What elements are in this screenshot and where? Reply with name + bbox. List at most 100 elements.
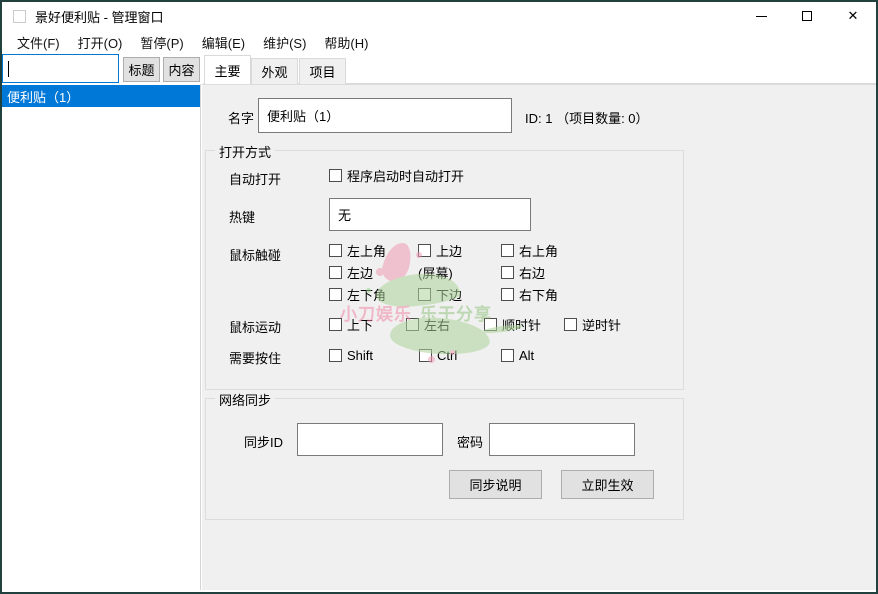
- sync-id-label: 同步ID: [244, 432, 283, 451]
- window-title: 景好便利贴 - 管理窗口: [35, 7, 164, 26]
- checkbox-icon: [501, 288, 514, 301]
- tab-appearance[interactable]: 外观: [251, 58, 298, 84]
- checkbox-icon: [329, 288, 342, 301]
- close-button[interactable]: ✕: [830, 2, 876, 30]
- screen-label: (屏幕): [418, 263, 501, 282]
- auto-open-checkbox[interactable]: 程序启动时自动打开: [329, 166, 464, 185]
- touch-right-checkbox[interactable]: 右边: [501, 263, 611, 282]
- title-bar[interactable]: 景好便利贴 - 管理窗口 ✕: [2, 2, 876, 30]
- checkbox-icon: [329, 349, 342, 362]
- minimize-button[interactable]: [738, 2, 784, 30]
- sync-id-input[interactable]: [297, 423, 443, 456]
- maximize-icon: [802, 11, 812, 21]
- hotkey-input[interactable]: [329, 198, 531, 231]
- note-id-text: ID: 1 （项目数量: 0）: [525, 108, 649, 127]
- checkbox-label: 左右: [424, 315, 450, 334]
- checkbox-icon: [329, 169, 342, 182]
- toolbar: 标题 内容 主要 外观 项目: [2, 54, 876, 84]
- motion-counterclockwise-checkbox[interactable]: 逆时针: [564, 315, 621, 334]
- mouse-motion-label: 鼠标运动: [229, 317, 281, 336]
- apply-now-button[interactable]: 立即生效: [561, 470, 654, 499]
- checkbox-icon: [419, 349, 432, 362]
- network-sync-group-title: 网络同步: [215, 390, 275, 409]
- mouse-touch-label: 鼠标触碰: [229, 245, 281, 264]
- modifier-row: Shift Ctrl Alt: [329, 344, 534, 366]
- auto-open-checkbox-label: 程序启动时自动打开: [347, 166, 464, 185]
- modifier-shift-checkbox[interactable]: Shift: [329, 348, 419, 363]
- checkbox-label: 逆时针: [582, 315, 621, 334]
- sync-help-button[interactable]: 同步说明: [449, 470, 542, 499]
- menu-pause[interactable]: 暂停(P): [131, 30, 192, 55]
- checkbox-label: 下边: [436, 285, 462, 304]
- touch-top-left-checkbox[interactable]: 左上角: [329, 241, 418, 260]
- search-input[interactable]: [8, 57, 113, 79]
- search-box: [2, 54, 119, 83]
- menu-file[interactable]: 文件(F): [8, 30, 69, 55]
- menu-maintain[interactable]: 维护(S): [254, 30, 315, 55]
- text-caret: [8, 61, 9, 77]
- modifier-label: 需要按住: [229, 348, 281, 367]
- checkbox-label: Shift: [347, 348, 373, 363]
- menu-bar: 文件(F) 打开(O) 暂停(P) 编辑(E) 维护(S) 帮助(H): [2, 30, 876, 54]
- open-method-group: 打开方式 自动打开 程序启动时自动打开 热键 鼠标触碰 左上角 上边 右上角: [205, 150, 684, 390]
- tab-main[interactable]: 主要: [204, 55, 251, 84]
- checkbox-label: 顺时针: [502, 315, 541, 334]
- menu-edit[interactable]: 编辑(E): [193, 30, 254, 55]
- main-tab-page: 名字 ID: 1 （项目数量: 0） 打开方式 自动打开 程序启动时自动打开 热…: [202, 84, 876, 590]
- checkbox-label: 右下角: [519, 285, 558, 304]
- hotkey-label: 热键: [229, 207, 255, 226]
- close-icon: ✕: [848, 8, 859, 24]
- mouse-motion-row: 上下 左右 顺时针 逆时针: [329, 313, 621, 335]
- touch-bottom-right-checkbox[interactable]: 右下角: [501, 285, 611, 304]
- app-window: 景好便利贴 - 管理窗口 ✕ 文件(F) 打开(O) 暂停(P) 编辑(E) 维…: [0, 0, 878, 594]
- menu-help[interactable]: 帮助(H): [315, 30, 377, 55]
- checkbox-icon: [418, 288, 431, 301]
- checkbox-icon: [564, 318, 577, 331]
- modifier-alt-checkbox[interactable]: Alt: [501, 348, 534, 363]
- checkbox-label: 右上角: [519, 241, 558, 260]
- checkbox-label: Ctrl: [437, 348, 457, 363]
- touch-top-checkbox[interactable]: 上边: [418, 241, 501, 260]
- motion-clockwise-checkbox[interactable]: 顺时针: [484, 315, 564, 334]
- search-title-button[interactable]: 标题: [123, 57, 160, 82]
- network-sync-group: 网络同步 同步ID 密码 同步说明 立即生效: [205, 398, 684, 520]
- search-content-button[interactable]: 内容: [163, 57, 200, 82]
- motion-up-down-checkbox[interactable]: 上下: [329, 315, 406, 334]
- checkbox-icon: [501, 266, 514, 279]
- touch-top-right-checkbox[interactable]: 右上角: [501, 241, 611, 260]
- checkbox-label: 上边: [436, 241, 462, 260]
- open-method-group-title: 打开方式: [215, 142, 275, 161]
- motion-left-right-checkbox[interactable]: 左右: [406, 315, 484, 334]
- app-icon: [13, 10, 26, 23]
- minimize-icon: [756, 16, 767, 17]
- note-list: 便利贴（1）: [2, 84, 201, 590]
- touch-left-checkbox[interactable]: 左边: [329, 263, 418, 282]
- auto-open-label: 自动打开: [229, 169, 281, 188]
- touch-bottom-checkbox[interactable]: 下边: [418, 285, 501, 304]
- checkbox-label: 右边: [519, 263, 545, 282]
- checkbox-icon: [406, 318, 419, 331]
- checkbox-icon: [329, 266, 342, 279]
- password-input[interactable]: [489, 423, 635, 456]
- password-label: 密码: [457, 432, 483, 451]
- touch-bottom-left-checkbox[interactable]: 左下角: [329, 285, 418, 304]
- name-input[interactable]: [258, 98, 512, 133]
- checkbox-label: 左边: [347, 263, 373, 282]
- checkbox-icon: [329, 244, 342, 257]
- checkbox-icon: [418, 244, 431, 257]
- checkbox-icon: [484, 318, 497, 331]
- list-item-note-1[interactable]: 便利贴（1）: [2, 85, 200, 107]
- checkbox-icon: [501, 349, 514, 362]
- checkbox-label: 左上角: [347, 241, 386, 260]
- checkbox-label: 上下: [347, 315, 373, 334]
- menu-open[interactable]: 打开(O): [69, 30, 132, 55]
- name-label: 名字: [228, 108, 254, 127]
- tab-project[interactable]: 项目: [299, 58, 346, 84]
- tab-strip: 主要 外观 项目: [203, 54, 876, 84]
- checkbox-icon: [329, 318, 342, 331]
- modifier-ctrl-checkbox[interactable]: Ctrl: [419, 348, 501, 363]
- checkbox-label: Alt: [519, 348, 534, 363]
- checkbox-icon: [501, 244, 514, 257]
- maximize-button[interactable]: [784, 2, 830, 30]
- checkbox-label: 左下角: [347, 285, 386, 304]
